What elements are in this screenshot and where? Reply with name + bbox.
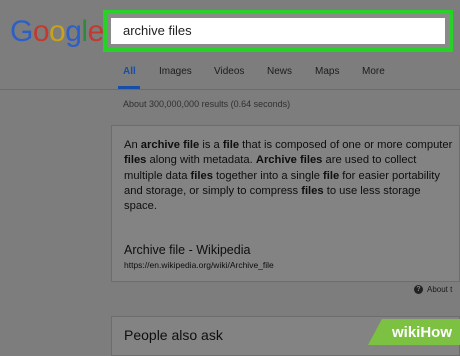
about-featured-snippets-link[interactable]: ? About t [414,285,453,295]
result-stats: About 300,000,000 results (0.64 seconds) [123,99,291,109]
help-icon: ? [414,285,423,295]
logo-letter: g [65,15,82,48]
snippet-bold-text: files [124,154,147,167]
snippet-bold-text: Archive files [255,154,323,167]
logo-letter: o [32,15,50,48]
tab-more[interactable]: More [362,66,385,77]
snippet-bold-text: file [222,139,240,151]
snippet-bold-text: files [190,169,213,182]
people-also-ask-heading: People also ask [124,327,223,343]
source-title-link[interactable]: Archive file - Wikipedia [124,243,250,257]
tab-videos[interactable]: Videos [214,66,244,77]
tabs-divider [0,89,460,90]
snippet-text: that is composed of one or more computer [239,139,453,151]
snippet-bold-text: file [323,169,340,182]
wikihow-watermark-text: wikiHow [391,324,452,341]
search-box-highlight: archive files [103,10,453,52]
featured-snippet-text: An archive file is a file that is compos… [124,138,454,214]
snippet-bold-text: files [301,184,324,197]
snippet-bold-text: archive file [140,139,200,151]
snippet-text: is a [199,139,223,151]
tab-news[interactable]: News [267,66,292,77]
logo-letter: o [49,15,66,48]
tab-all[interactable]: All [123,66,136,77]
google-logo[interactable]: Google [10,12,104,52]
snippet-text: along with metadata. [146,154,256,167]
tab-maps[interactable]: Maps [315,66,339,77]
logo-letter: G [10,15,33,48]
source-url: https://en.wikipedia.org/wiki/Archive_fi… [124,260,274,270]
search-input[interactable]: archive files [111,18,445,44]
featured-snippet-card: An archive file is a file that is compos… [111,125,460,282]
logo-letter: e [87,15,105,48]
search-tabs: All Images Videos News Maps More [110,60,460,90]
about-label: About t [427,285,453,294]
tab-images[interactable]: Images [159,66,192,77]
snippet-text: together into a single [212,169,324,182]
snippet-text: An [124,139,141,151]
